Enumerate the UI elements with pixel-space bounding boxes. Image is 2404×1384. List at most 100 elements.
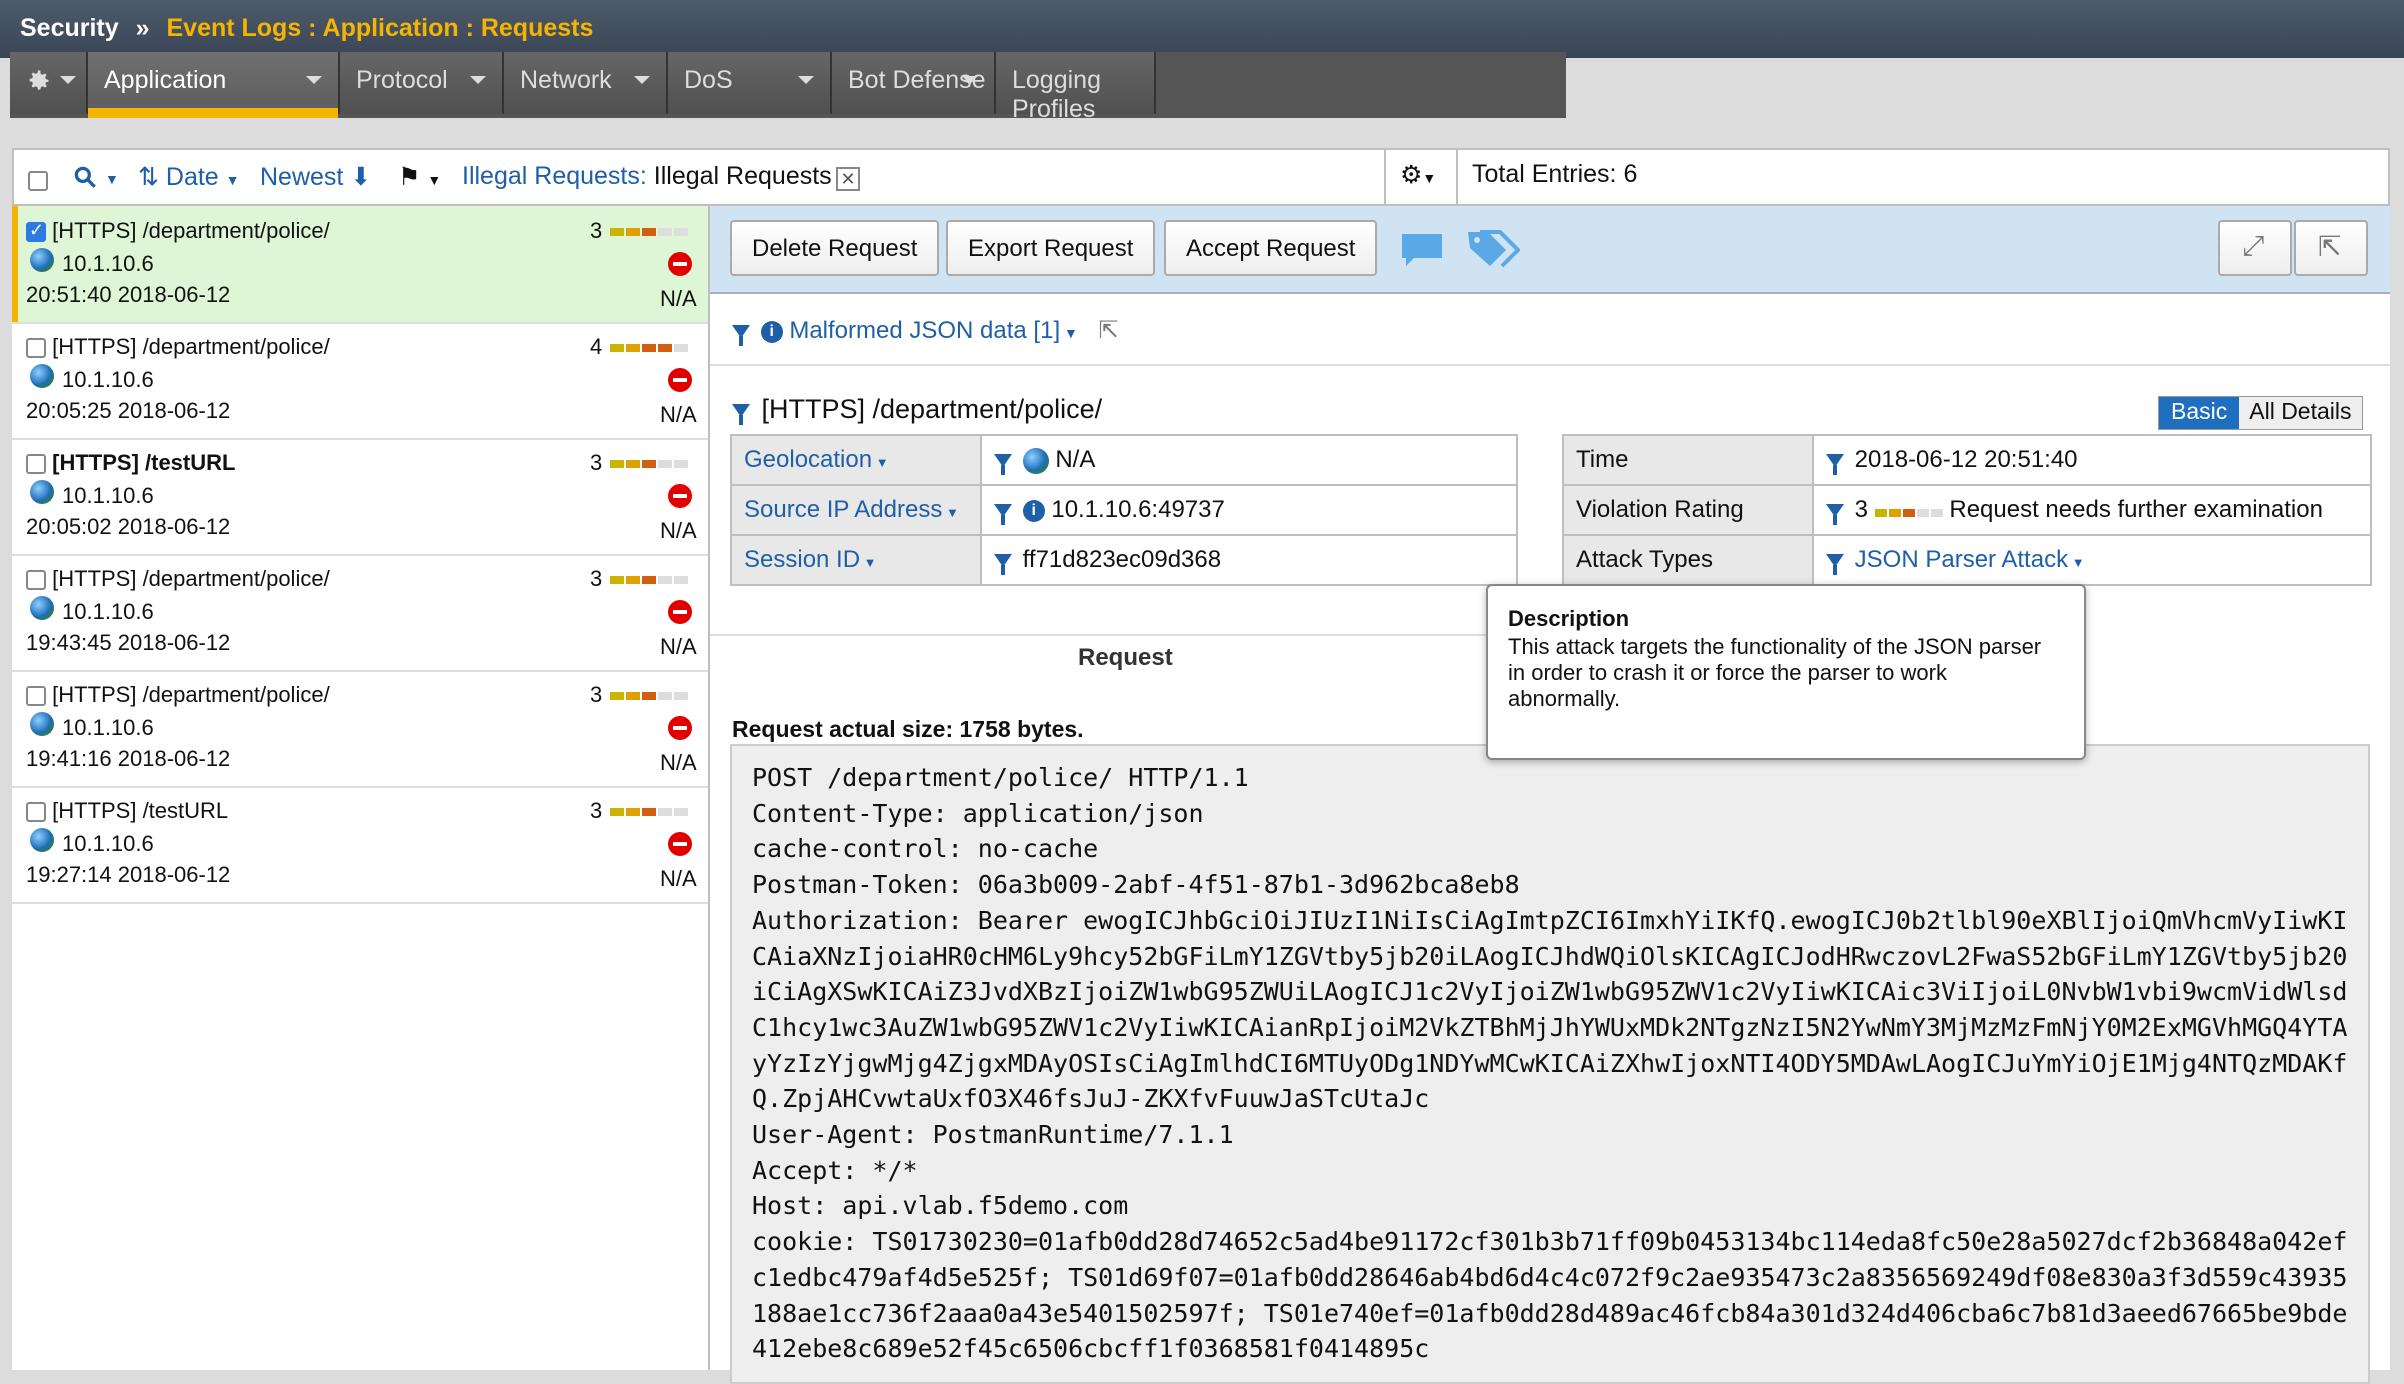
tab-label: Protocol: [356, 66, 448, 94]
delete-request-button[interactable]: Delete Request: [730, 220, 940, 276]
list-item-ip: 10.1.10.6: [62, 367, 154, 392]
filter-icon[interactable]: [1826, 454, 1844, 476]
request-summary-left: Geolocation ▼ N/A Source IP Address ▼ i …: [730, 434, 1518, 586]
breadcrumb-path: Event Logs : Application : Requests: [166, 14, 594, 42]
chevron-down-icon: ▼: [225, 172, 240, 188]
sort-label: Date: [165, 163, 219, 191]
bookmark-menu[interactable]: ⚑ ▼: [398, 162, 441, 192]
session-id-label[interactable]: Session ID ▼: [730, 534, 982, 586]
list-item-ip: 10.1.10.6: [62, 483, 154, 508]
geolocation-label[interactable]: Geolocation ▼: [730, 434, 982, 486]
tab-network[interactable]: Network: [504, 52, 668, 114]
filter-icon[interactable]: [1826, 503, 1844, 525]
breadcrumb-root[interactable]: Security: [20, 14, 119, 42]
blocked-icon: [668, 600, 692, 624]
globe-icon: [30, 480, 54, 504]
row-checkbox[interactable]: [26, 686, 46, 707]
export-request-button[interactable]: Export Request: [946, 220, 1156, 276]
list-item-geo: N/A: [660, 750, 697, 775]
list-item-rating: 3: [590, 218, 603, 243]
list-item-rating: 3: [590, 682, 603, 707]
filter-icon[interactable]: [732, 404, 750, 426]
chevron-down-icon: [634, 76, 650, 84]
info-icon: i: [760, 320, 783, 343]
row-checkbox[interactable]: [26, 338, 46, 359]
sort-order[interactable]: Newest ⬇: [260, 162, 371, 192]
source-ip-label[interactable]: Source IP Address ▼: [730, 484, 982, 536]
settings-menu[interactable]: [10, 52, 88, 114]
filter-icon[interactable]: [994, 504, 1012, 526]
expand-button[interactable]: ⤢: [2218, 220, 2292, 276]
accept-request-button[interactable]: Accept Request: [1164, 220, 1378, 276]
divider: [710, 364, 2390, 366]
list-item-title: [HTTPS] /department/police/: [26, 334, 330, 360]
main-tabs: Application Protocol Network DoS Bot Def…: [10, 52, 1566, 123]
chevron-down-icon: ▼: [104, 171, 119, 187]
tab-logging-profiles[interactable]: Logging Profiles: [996, 52, 1156, 123]
list-item-geo: N/A: [660, 402, 697, 427]
filter-icon[interactable]: [994, 454, 1012, 476]
tab-dos[interactable]: DoS: [668, 52, 832, 114]
breadcrumb-separator: »: [135, 14, 150, 42]
view-basic-button[interactable]: Basic: [2159, 397, 2240, 429]
tab-application[interactable]: Application: [88, 52, 340, 118]
list-item-time: 20:05:02 2018-06-12: [26, 514, 231, 539]
open-external-button[interactable]: ⇱: [2294, 220, 2368, 276]
tab-protocol[interactable]: Protocol: [340, 52, 504, 114]
row-checkbox[interactable]: [26, 570, 46, 591]
request-title: [HTTPS] /department/police/: [732, 394, 1103, 426]
row-checkbox[interactable]: [26, 802, 46, 823]
arrow-down-icon: ⬇: [350, 163, 372, 191]
tooltip-title: Description: [1508, 606, 1630, 631]
list-item[interactable]: [HTTPS] /testURL 10.1.10.6 19:27:14 2018…: [12, 786, 708, 904]
list-item[interactable]: [HTTPS] /department/police/ 10.1.10.6 19…: [12, 670, 708, 788]
external-link-icon[interactable]: ⇱: [1099, 317, 1119, 344]
list-settings-menu[interactable]: ⚙▼: [1384, 148, 1450, 206]
info-icon[interactable]: i: [1022, 499, 1045, 522]
globe-icon: [1022, 447, 1049, 474]
list-item[interactable]: [HTTPS] /testURL 10.1.10.6 20:05:02 2018…: [12, 438, 708, 556]
row-checkbox[interactable]: [26, 220, 46, 243]
list-item-rating: 3: [590, 798, 603, 823]
rating-bar: [610, 692, 688, 700]
list-item-time: 20:51:40 2018-06-12: [26, 282, 231, 307]
request-detail: Delete Request Export Request Accept Req…: [710, 206, 2390, 1384]
filter-key[interactable]: Illegal Requests:: [462, 162, 647, 190]
globe-icon: [30, 828, 54, 852]
view-toggle: Basic All Details: [2158, 396, 2363, 430]
tab-label: DoS: [684, 66, 733, 94]
clear-filter-button[interactable]: ✕: [836, 163, 860, 192]
filter-icon[interactable]: [994, 554, 1012, 576]
tab-bot-defense[interactable]: Bot Defense: [832, 52, 996, 114]
list-item-rating: 3: [590, 566, 603, 591]
violation-rating-label: Violation Rating: [1562, 484, 1814, 536]
time-value: 2018-06-12 20:51:40: [1812, 434, 2372, 486]
rating-bar: [610, 460, 688, 468]
search-icon: [74, 167, 96, 189]
select-all-checkbox[interactable]: [28, 166, 48, 195]
list-item-time: 19:27:14 2018-06-12: [26, 862, 231, 887]
list-item[interactable]: [HTTPS] /department/police/ 10.1.10.6 20…: [12, 322, 708, 440]
tag-icon[interactable]: [1466, 228, 1520, 270]
list-item[interactable]: [HTTPS] /department/police/ 10.1.10.6 20…: [12, 206, 708, 324]
breadcrumb: Security » Event Logs : Application : Re…: [20, 14, 593, 43]
row-checkbox[interactable]: [26, 454, 46, 475]
rating-bar: [610, 576, 688, 584]
list-item-ip: 10.1.10.6: [62, 831, 154, 856]
comment-icon[interactable]: [1400, 232, 1444, 268]
external-link-icon: ⇱: [2318, 231, 2342, 262]
chevron-down-icon: ▼: [1060, 325, 1078, 341]
violation-filter[interactable]: i Malformed JSON data [1] ▼ ⇱: [732, 316, 1119, 347]
view-all-details-button[interactable]: All Details: [2239, 397, 2362, 429]
list-item[interactable]: [HTTPS] /department/police/ 10.1.10.6 19…: [12, 554, 708, 672]
filter-value: Illegal Requests: [653, 162, 832, 190]
search-menu[interactable]: ▼: [72, 162, 119, 191]
time-label: Time: [1562, 434, 1814, 486]
globe-icon: [30, 248, 54, 272]
sort-by-date[interactable]: ⇅ Date ▼: [138, 162, 240, 192]
request-title-text: [HTTPS] /department/police/: [761, 394, 1103, 424]
list-item-ip: 10.1.10.6: [62, 251, 154, 276]
filter-icon[interactable]: [1826, 554, 1844, 576]
violation-name[interactable]: Malformed JSON data [1]: [789, 317, 1060, 344]
list-item-title: [HTTPS] /testURL: [26, 798, 228, 824]
